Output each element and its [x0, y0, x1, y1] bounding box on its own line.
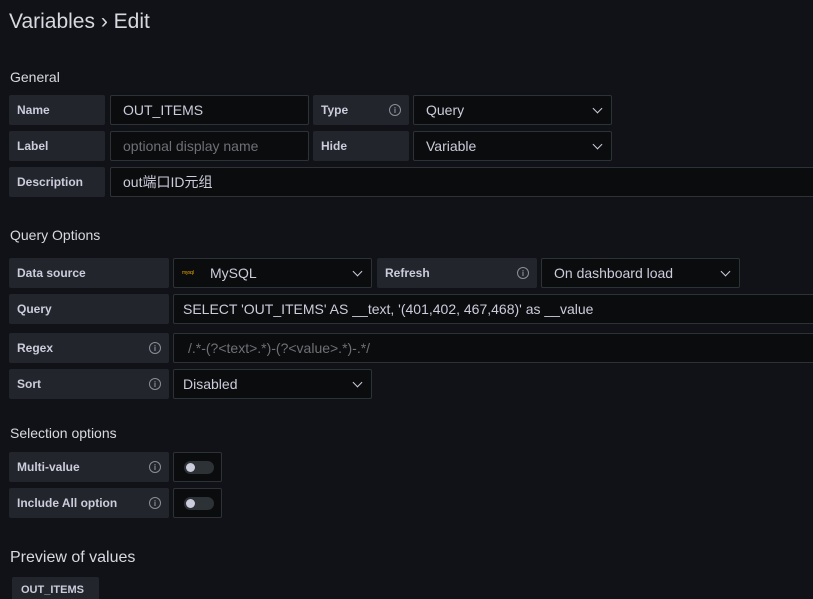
info-circle-icon[interactable]: i	[389, 104, 401, 116]
name-input[interactable]: OUT_ITEMS	[110, 95, 309, 125]
refresh-label: Refresh i	[377, 258, 537, 288]
type-select-value: Query	[426, 102, 465, 118]
include-all-label-text: Include All option	[17, 496, 118, 510]
query-input-value: SELECT 'OUT_ITEMS' AS __text, '(401,402,…	[183, 301, 594, 317]
regex-label: Regex i	[9, 333, 169, 363]
label-input[interactable]: optional display name	[110, 131, 309, 161]
datasource-label: Data source	[9, 258, 169, 288]
type-label-text: Type	[321, 103, 349, 117]
type-label: Type i	[313, 95, 409, 125]
info-circle-icon[interactable]: i	[149, 461, 161, 473]
description-input-value: out端口ID元组	[123, 174, 213, 190]
name-input-value: OUT_ITEMS	[123, 102, 204, 118]
section-selection-options-title: Selection options	[10, 425, 117, 441]
refresh-select-value: On dashboard load	[554, 265, 674, 281]
query-label: Query	[9, 294, 169, 324]
info-circle-icon[interactable]: i	[149, 378, 161, 390]
regex-input[interactable]: /.*-(?<text>.*)-(?<value>.*)-.*/	[173, 333, 813, 363]
hide-select-value: Variable	[426, 138, 477, 154]
multi-value-label-text: Multi-value	[17, 460, 80, 474]
page-title: Variables › Edit	[9, 10, 150, 33]
section-general-title: General	[10, 69, 60, 85]
sort-label-text: Sort	[17, 377, 41, 391]
description-label: Description	[9, 167, 105, 197]
mysql-logo-icon: mysql	[182, 270, 194, 276]
hide-label: Hide	[313, 131, 409, 161]
chevron-down-icon	[592, 103, 603, 114]
datasource-select[interactable]: mysql MySQL	[173, 258, 372, 288]
chevron-down-icon	[352, 266, 363, 277]
variable-edit-page: Variables › Edit General Name OUT_ITEMS …	[0, 0, 813, 599]
include-all-label: Include All option i	[9, 488, 169, 518]
chevron-down-icon	[720, 266, 731, 277]
toggle-knob	[186, 463, 195, 472]
section-preview-title: Preview of values	[10, 549, 136, 566]
sort-select[interactable]: Disabled	[173, 369, 372, 399]
info-circle-icon[interactable]: i	[149, 342, 161, 354]
refresh-label-text: Refresh	[385, 266, 430, 280]
description-input[interactable]: out端口ID元组	[110, 167, 813, 197]
preview-value-chip: OUT_ITEMS	[12, 577, 99, 599]
regex-input-placeholder: /.*-(?<text>.*)-(?<value>.*)-.*/	[188, 340, 371, 356]
label-input-placeholder: optional display name	[123, 138, 259, 154]
label-label: Label	[9, 131, 105, 161]
hide-select[interactable]: Variable	[413, 131, 612, 161]
include-all-toggle-container	[173, 488, 222, 518]
multi-value-label: Multi-value i	[9, 452, 169, 482]
section-query-options-title: Query Options	[10, 227, 101, 243]
refresh-select[interactable]: On dashboard load	[541, 258, 740, 288]
multi-value-toggle-container	[173, 452, 222, 482]
type-select[interactable]: Query	[413, 95, 612, 125]
query-input[interactable]: SELECT 'OUT_ITEMS' AS __text, '(401,402,…	[173, 294, 813, 324]
include-all-toggle[interactable]	[184, 497, 214, 510]
regex-label-text: Regex	[17, 341, 54, 355]
toggle-knob	[186, 499, 195, 508]
info-circle-icon[interactable]: i	[517, 267, 529, 279]
multi-value-toggle[interactable]	[184, 461, 214, 474]
chevron-down-icon	[592, 139, 603, 150]
sort-label: Sort i	[9, 369, 169, 399]
name-label: Name	[9, 95, 105, 125]
sort-select-value: Disabled	[183, 376, 238, 392]
info-circle-icon[interactable]: i	[149, 497, 161, 509]
chevron-down-icon	[352, 377, 363, 388]
datasource-select-value: MySQL	[210, 265, 257, 281]
